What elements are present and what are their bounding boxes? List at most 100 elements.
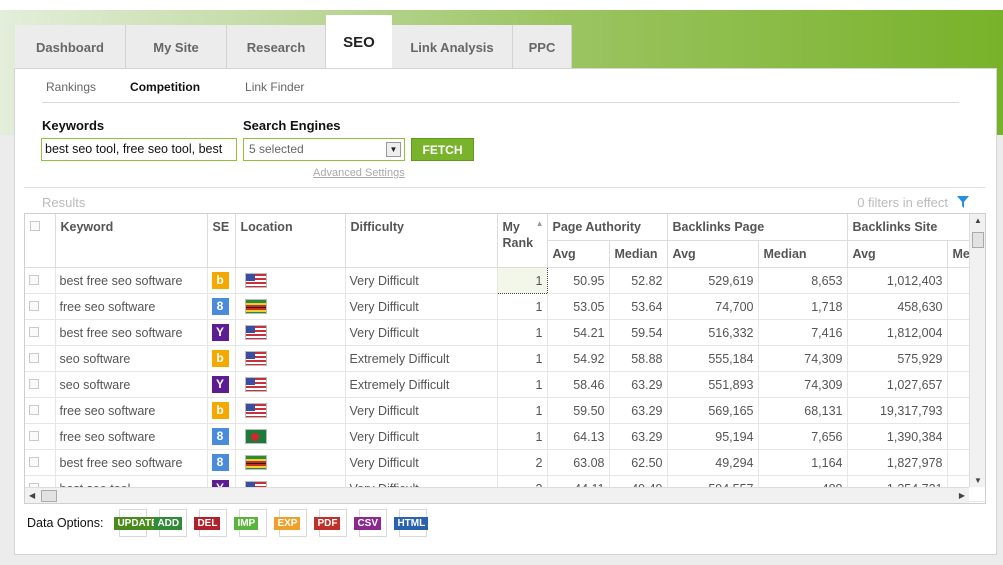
pa-median-cell: 63.29: [609, 423, 668, 450]
table-row[interactable]: free seo software b Very Difficult 1 59.50 63…: [25, 397, 985, 424]
row-select-cell: [25, 449, 56, 476]
flag-bd-icon: [244, 429, 267, 445]
html-button[interactable]: HTML: [394, 509, 429, 537]
select-all-header: [25, 214, 56, 268]
add-label: ADD: [154, 517, 183, 530]
column-bp-median[interactable]: Median: [758, 240, 848, 268]
column-pa-median[interactable]: Median: [609, 240, 668, 268]
vertical-scroll-thumb[interactable]: [972, 232, 984, 248]
scroll-up-icon[interactable]: ▲: [974, 216, 982, 225]
my-rank-cell[interactable]: 1: [497, 371, 548, 398]
row-checkbox[interactable]: [29, 274, 39, 285]
tab-ppc[interactable]: PPC: [513, 25, 572, 69]
column-pa-avg[interactable]: Avg: [547, 240, 610, 268]
advanced-settings-link[interactable]: Advanced Settings: [313, 167, 405, 179]
column-difficulty[interactable]: Difficulty: [345, 214, 498, 268]
imp-button[interactable]: IMP: [234, 509, 268, 537]
location-cell: [235, 293, 346, 320]
sort-asc-icon[interactable]: ▲: [536, 216, 544, 232]
keyword-cell: best free seo software: [55, 267, 208, 294]
filter-icon[interactable]: [957, 196, 969, 208]
google-icon: 8: [211, 298, 229, 315]
search-engines-value: 5 selected: [249, 142, 304, 156]
keyword-cell: free seo software: [55, 293, 208, 320]
table-row[interactable]: best free seo software b Very Difficult 1 50…: [25, 267, 985, 294]
vertical-scrollbar[interactable]: ▲ ▼: [969, 214, 985, 487]
row-checkbox[interactable]: [29, 326, 39, 337]
row-checkbox[interactable]: [29, 404, 39, 415]
keywords-input[interactable]: best seo tool, free seo tool, best: [41, 138, 237, 161]
my-rank-cell[interactable]: 1: [497, 293, 548, 320]
my-rank-cell[interactable]: 1: [497, 345, 548, 372]
update-button[interactable]: UPDATE: [114, 509, 161, 537]
exp-button[interactable]: EXP: [274, 509, 308, 537]
tab-seo[interactable]: SEO: [326, 15, 392, 69]
pa-median-cell: 63.29: [609, 397, 668, 424]
se-cell: Y: [207, 319, 236, 346]
subnav-link-finder[interactable]: Link Finder: [245, 80, 304, 94]
table-row[interactable]: free seo software 8 Very Difficult 1 64.13 63…: [25, 423, 985, 450]
add-button[interactable]: ADD: [154, 509, 188, 537]
row-checkbox[interactable]: [29, 378, 39, 389]
csv-button[interactable]: CSV: [354, 509, 388, 537]
bs-avg-cell: 1,027,657: [847, 371, 948, 398]
search-engines-select[interactable]: 5 selected ▼: [243, 138, 405, 161]
bp-avg-cell: 569,165: [667, 397, 759, 424]
column-bp-avg[interactable]: Avg: [667, 240, 759, 268]
bp-median-cell: 74,309: [758, 371, 848, 398]
subnav-rankings[interactable]: Rankings: [46, 80, 96, 94]
pa-median-cell: 62.50: [609, 449, 668, 476]
del-button[interactable]: DEL: [194, 509, 228, 537]
difficulty-cell: Extremely Difficult: [345, 345, 498, 372]
sub-navigation: Rankings Competition Link Finder: [46, 80, 304, 94]
column-my-rank[interactable]: My Rank ▲: [497, 214, 548, 268]
row-checkbox[interactable]: [29, 456, 39, 467]
table-row[interactable]: best free seo software 8 Very Difficult 2 63…: [25, 449, 985, 476]
column-bs-avg[interactable]: Avg: [847, 240, 948, 268]
scroll-down-icon[interactable]: ▼: [974, 476, 982, 485]
row-checkbox[interactable]: [29, 300, 39, 311]
table-row[interactable]: free seo software 8 Very Difficult 1 53.05 53…: [25, 293, 985, 320]
main-tabs: Dashboard My Site Research SEO Link Anal…: [15, 15, 572, 69]
column-group-backlinks-page: Backlinks Page: [667, 214, 848, 241]
row-checkbox[interactable]: [29, 430, 39, 441]
subnav-competition[interactable]: Competition: [130, 80, 200, 94]
row-checkbox[interactable]: [29, 352, 39, 363]
location-cell: [235, 449, 346, 476]
chevron-down-icon[interactable]: ▼: [386, 142, 401, 157]
column-location[interactable]: Location: [235, 214, 346, 268]
my-rank-cell[interactable]: 1: [497, 319, 548, 346]
tab-link-analysis[interactable]: Link Analysis: [392, 25, 513, 69]
difficulty-cell: Very Difficult: [345, 319, 498, 346]
my-rank-cell[interactable]: 1: [497, 397, 548, 424]
fetch-button[interactable]: FETCH: [411, 138, 474, 161]
horizontal-scrollbar[interactable]: ◀ ▶: [25, 487, 969, 503]
bp-avg-cell: 551,893: [667, 371, 759, 398]
column-keyword[interactable]: Keyword: [55, 214, 208, 268]
select-all-checkbox[interactable]: [30, 221, 40, 231]
my-rank-cell[interactable]: 1: [497, 423, 548, 450]
column-se[interactable]: SE: [207, 214, 236, 268]
pdf-button[interactable]: PDF: [314, 509, 348, 537]
my-rank-cell[interactable]: 2: [497, 449, 548, 476]
table-row[interactable]: best free seo software Y Very Difficult 1 54…: [25, 319, 985, 346]
bp-median-cell: 1,164: [758, 449, 848, 476]
scroll-left-icon[interactable]: ◀: [29, 491, 35, 500]
bs-avg-cell: 1,390,384: [847, 423, 948, 450]
table-row[interactable]: seo software b Extremely Difficult 1 54.92 58…: [25, 345, 985, 372]
bp-median-cell: 7,416: [758, 319, 848, 346]
tab-dashboard[interactable]: Dashboard: [15, 25, 126, 69]
my-rank-cell[interactable]: 1: [496, 267, 548, 294]
se-cell: Y: [207, 371, 236, 398]
horizontal-scroll-thumb[interactable]: [41, 490, 57, 502]
row-select-cell: [25, 345, 56, 372]
bp-median-cell: 7,656: [758, 423, 848, 450]
google-icon: 8: [211, 454, 229, 471]
tab-my-site[interactable]: My Site: [126, 25, 227, 69]
top-band: [0, 0, 1003, 10]
tab-research[interactable]: Research: [227, 25, 326, 69]
table-row[interactable]: seo software Y Extremely Difficult 1 58.46 63…: [25, 371, 985, 398]
scroll-right-icon[interactable]: ▶: [959, 491, 965, 500]
se-cell: 8: [207, 293, 236, 320]
keyword-cell: best free seo software: [55, 449, 208, 476]
